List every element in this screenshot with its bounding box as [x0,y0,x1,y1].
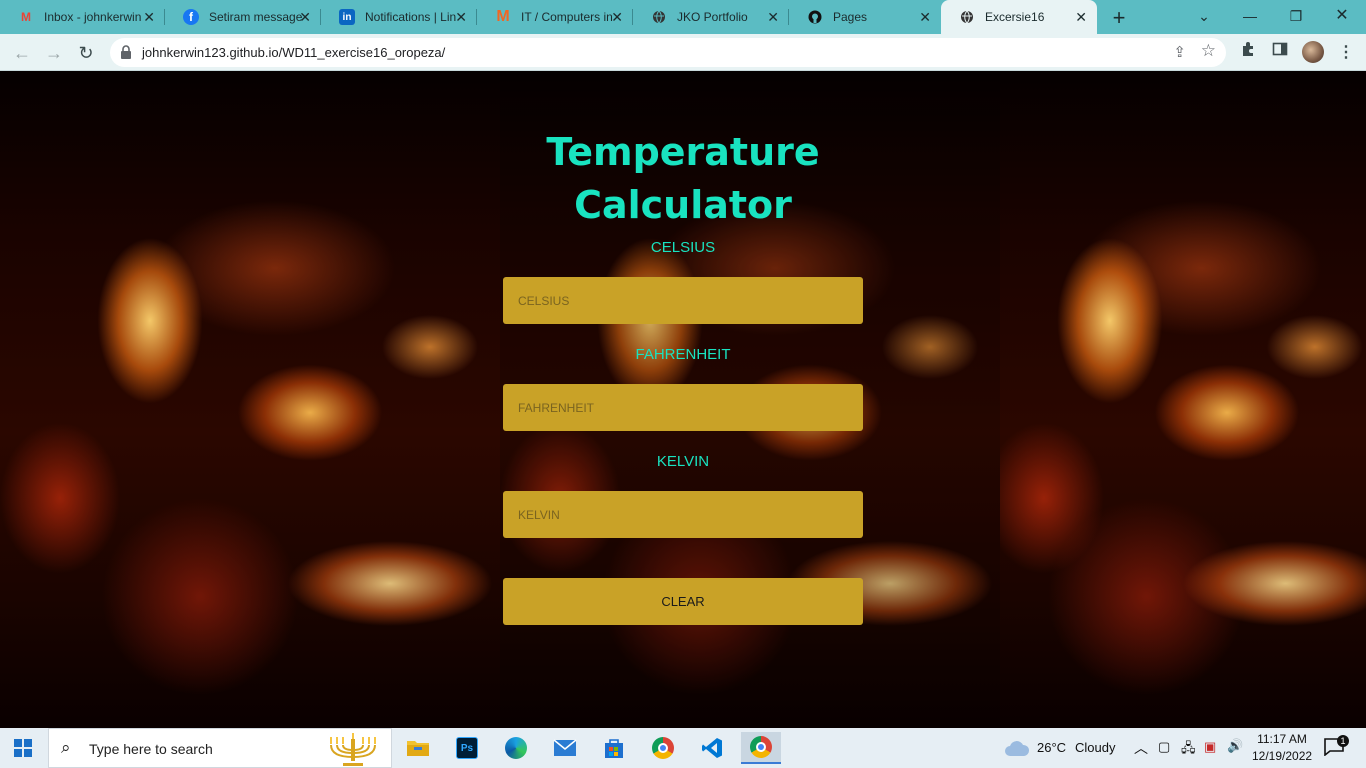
close-icon[interactable]: ✕ [767,9,779,25]
search-placeholder: Type here to search [89,741,213,757]
kelvin-label: KELVIN [656,453,710,470]
profile-avatar[interactable] [1302,41,1324,63]
file-explorer-icon[interactable] [398,732,438,764]
page-title: Temperature Calculator [503,126,863,232]
weather-text[interactable]: Cloudy [1075,740,1115,755]
tab-label: Inbox - johnkerwin [44,10,142,24]
bookmark-star-icon[interactable]: ☆ [1201,41,1216,61]
close-icon[interactable]: ✕ [455,9,467,25]
fire-background-image [0,71,500,728]
windows-start-icon[interactable] [14,739,32,757]
menorah-icon [330,733,376,766]
celsius-input[interactable] [503,277,863,324]
side-panel-icon[interactable] [1268,41,1292,65]
search-icon: ⌕ [61,738,71,757]
store-icon[interactable] [594,732,634,764]
taskbar-search-box[interactable]: ⌕ Type here to search [48,728,392,768]
notification-count: 1 [1337,735,1349,747]
celsius-label: CELSIUS [650,239,716,256]
network-icon[interactable]: 🖧 [1181,739,1196,761]
close-icon[interactable]: ✕ [143,9,155,25]
m-icon: M [496,8,510,25]
tab-label: Pages [833,10,868,24]
new-tab-button[interactable]: + [1108,5,1130,31]
tab-label: IT / Computers in [521,10,613,24]
photoshop-icon[interactable]: Ps [447,732,487,764]
tab-linkedin[interactable]: in Notifications | Lin ✕ [321,0,477,34]
cloud-icon [1004,739,1030,762]
reload-button[interactable]: ↻ [73,40,99,66]
notification-center-icon[interactable]: 1 [1324,735,1349,758]
gmail-icon: M [21,10,31,24]
clock-date: 12/19/2022 [1252,749,1313,763]
fahrenheit-input[interactable] [503,384,863,431]
address-bar[interactable]: johnkerwin123.github.io/WD11_exercise16_… [110,38,1226,67]
tab-it-computers[interactable]: M IT / Computers in ✕ [477,0,633,34]
url-text: johnkerwin123.github.io/WD11_exercise16_… [142,45,446,60]
minimize-button[interactable]: — [1230,4,1270,28]
browser-tab-bar: M Inbox - johnkerwin ✕ f Setiram message… [0,0,1366,34]
system-clock[interactable]: 11:17 AM 12/19/2022 [1252,731,1312,765]
vscode-icon[interactable] [692,732,732,764]
tab-jko-portfolio[interactable]: JKO Portfolio ✕ [633,0,789,34]
tab-search-button[interactable]: ⌄ [1184,4,1224,28]
menu-kebab-icon[interactable]: ⋮ [1334,41,1358,65]
close-icon[interactable]: ✕ [299,9,311,25]
tab-label: JKO Portfolio [677,10,748,24]
globe-icon [651,9,667,25]
clock-time: 11:17 AM [1257,732,1307,746]
volume-icon[interactable]: 🔊 [1227,738,1243,754]
tab-label: Setiram message [209,10,303,24]
weather-temp[interactable]: 26°C [1037,740,1066,755]
tab-label: Excersie16 [985,10,1045,24]
windows-taskbar: ⌕ Type here to search Ps 26°C Cloudy ︿ ▢… [0,728,1366,768]
tab-gmail[interactable]: M Inbox - johnkerwin ✕ [0,0,165,34]
tab-label: Notifications | Lin [365,10,457,24]
browser-toolbar: ← → ↻ johnkerwin123.github.io/WD11_exerc… [0,34,1366,71]
tab-pages[interactable]: Pages ✕ [789,0,941,34]
back-button[interactable]: ← [9,40,35,66]
restore-button[interactable]: ❐ [1276,4,1316,28]
title-line-1: Temperature [546,130,820,174]
globe-icon [959,9,975,25]
edge-icon[interactable] [496,732,536,764]
close-icon[interactable]: ✕ [919,9,931,25]
extensions-icon[interactable] [1236,41,1260,65]
clear-button[interactable]: CLEAR [503,578,863,625]
facebook-icon: f [183,9,199,25]
title-line-2: Calculator [574,183,792,227]
fahrenheit-label: FAHRENHEIT [635,346,731,363]
github-icon [807,9,823,25]
mail-icon[interactable] [545,732,585,764]
linkedin-icon: in [339,9,355,25]
close-icon[interactable]: ✕ [611,9,623,25]
kelvin-input[interactable] [503,491,863,538]
tab-excersie16[interactable]: Excersie16 ✕ [941,0,1097,34]
close-icon[interactable]: ✕ [1075,9,1087,25]
fire-background-image [1000,71,1366,728]
chrome-icon[interactable] [643,732,683,764]
close-window-button[interactable]: ✕ [1322,4,1362,28]
chevron-up-icon[interactable]: ︿ [1134,738,1148,758]
tab-facebook[interactable]: f Setiram message ✕ [165,0,321,34]
chrome-active-icon[interactable] [741,732,781,764]
antivirus-icon[interactable]: ▣ [1204,739,1216,755]
page-viewport: Temperature Calculator CELSIUS FAHRENHEI… [0,71,1366,728]
meet-icon[interactable]: ▢ [1158,739,1170,755]
share-icon[interactable]: ⇪ [1173,43,1186,61]
lock-icon [121,45,131,59]
forward-button[interactable]: → [41,40,67,66]
